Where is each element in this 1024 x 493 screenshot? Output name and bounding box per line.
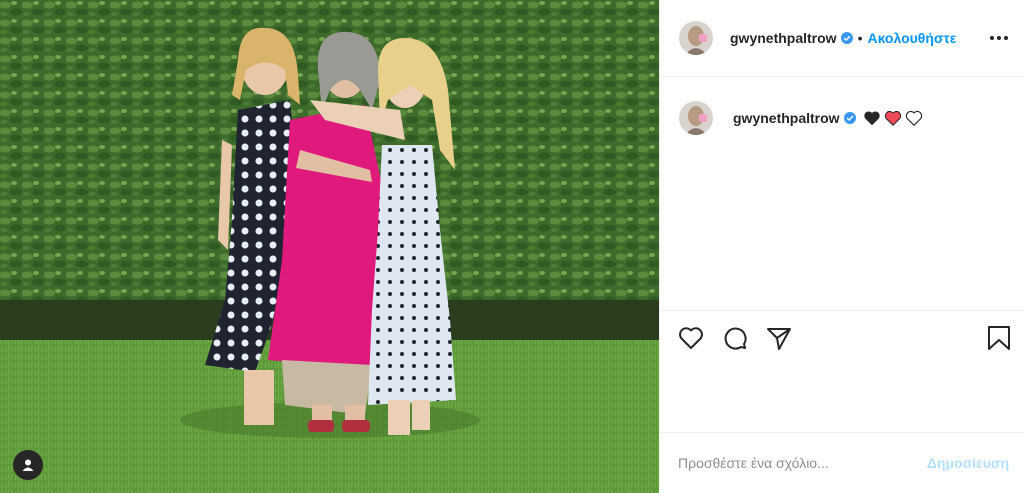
share-icon[interactable]	[765, 324, 793, 352]
caption-text	[863, 110, 923, 126]
black-heart-icon	[863, 111, 880, 126]
red-heart-icon	[884, 110, 901, 126]
author-username[interactable]: gwynethpaltrow	[730, 30, 837, 46]
bookmark-icon[interactable]	[985, 324, 1013, 352]
heart-icon[interactable]	[677, 324, 705, 352]
action-bar	[660, 310, 1024, 433]
separator-dot: •	[857, 30, 863, 46]
caption-username[interactable]: gwynethpaltrow	[733, 110, 840, 126]
comment-icon[interactable]	[721, 324, 749, 352]
caption-avatar[interactable]	[679, 101, 713, 135]
tagged-users-button[interactable]	[13, 450, 43, 480]
post-dialog: gwynethpaltrow • Ακολουθήστε gwynethpalt…	[0, 0, 1024, 493]
follow-button[interactable]: Ακολουθήστε	[867, 30, 956, 46]
photo-illustration	[0, 0, 659, 493]
verified-badge-icon	[840, 32, 853, 44]
post-header: gwynethpaltrow • Ακολουθήστε	[660, 0, 1024, 77]
verified-badge-icon	[843, 112, 856, 124]
post-sidebar: gwynethpaltrow • Ακολουθήστε gwynethpalt…	[659, 0, 1024, 493]
post-photo[interactable]	[0, 0, 659, 493]
user-icon	[22, 459, 34, 471]
publish-button[interactable]: Δημοσίευση	[927, 455, 1009, 471]
more-options-icon[interactable]	[990, 32, 1008, 44]
comment-form: Δημοσίευση	[660, 433, 1024, 493]
caption: gwynethpaltrow	[679, 101, 923, 135]
avatar[interactable]	[679, 21, 713, 55]
comment-input[interactable]	[678, 455, 927, 471]
white-heart-icon	[905, 110, 922, 126]
